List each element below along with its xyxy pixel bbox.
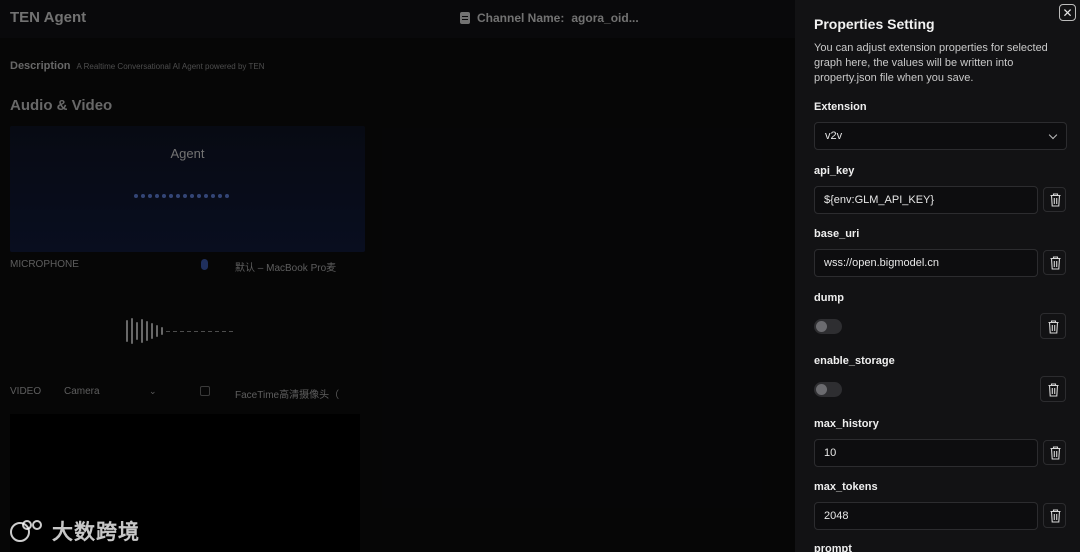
chevron-down-icon [1048, 130, 1058, 139]
trash-icon [1050, 446, 1061, 460]
modal-overlay[interactable] [0, 0, 795, 552]
api-key-label: api_key [814, 165, 855, 177]
dump-toggle[interactable] [814, 319, 842, 334]
extension-label: Extension [814, 101, 867, 113]
drawer-title: Properties Setting [814, 16, 935, 32]
close-icon: ✕ [1062, 5, 1073, 20]
drawer-description: You can adjust extension properties for … [814, 42, 1048, 84]
trash-icon [1050, 193, 1061, 207]
max-history-label: max_history [814, 418, 879, 430]
watermark-text: 大数跨境 [52, 521, 140, 544]
enable-storage-toggle[interactable] [814, 382, 842, 397]
trash-icon [1050, 509, 1061, 523]
base-uri-label: base_uri [814, 228, 860, 240]
delete-enable-storage-button[interactable] [1040, 376, 1066, 402]
extension-selected-value: v2v [825, 130, 843, 142]
api-key-input[interactable] [814, 186, 1038, 214]
close-button[interactable]: ✕ [1059, 4, 1076, 21]
prompt-label: prompt [814, 543, 852, 552]
delete-dump-button[interactable] [1040, 313, 1066, 339]
trash-icon [1048, 320, 1059, 334]
max-tokens-input[interactable] [814, 502, 1038, 530]
base-uri-input[interactable] [814, 249, 1038, 277]
delete-max-tokens-button[interactable] [1043, 503, 1066, 528]
properties-drawer: ✕ Properties Setting You can adjust exte… [795, 0, 1080, 552]
dump-label: dump [814, 292, 844, 304]
max-history-input[interactable] [814, 439, 1038, 467]
extension-select[interactable]: v2v [814, 122, 1067, 150]
delete-max-history-button[interactable] [1043, 440, 1066, 465]
watermark-logo-icon [8, 518, 46, 544]
trash-icon [1048, 383, 1059, 397]
watermark: 大数跨境 [8, 516, 140, 546]
delete-api-key-button[interactable] [1043, 187, 1066, 212]
trash-icon [1050, 256, 1061, 270]
delete-base-uri-button[interactable] [1043, 250, 1066, 275]
max-tokens-label: max_tokens [814, 481, 878, 493]
enable-storage-label: enable_storage [814, 355, 895, 367]
